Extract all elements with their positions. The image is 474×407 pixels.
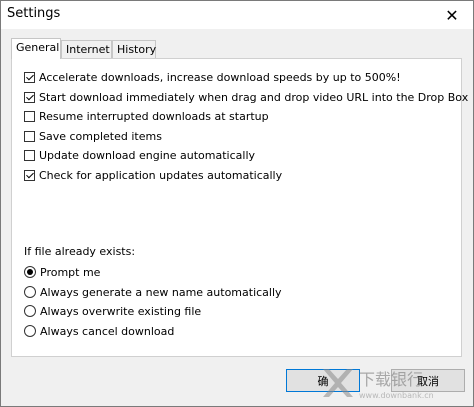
general-tab-panel: Accelerate downloads, increase download … <box>11 58 468 357</box>
check-app-updates-label: Check for application updates automatica… <box>39 168 283 182</box>
tab-internet[interactable]: Internet <box>61 40 112 58</box>
prompt-me-label: Prompt me <box>40 265 101 279</box>
option-overwrite-file[interactable]: Always overwrite existing file <box>24 303 201 319</box>
accelerate-downloads-label: Accelerate downloads, increase download … <box>39 70 401 84</box>
option-update-engine[interactable]: Update download engine automatically <box>24 147 255 163</box>
tab-history-label: History <box>117 43 157 56</box>
resume-interrupted-label: Resume interrupted downloads at startup <box>39 109 269 123</box>
start-download-dropbox-label: Start download immediately when drag and… <box>39 90 469 104</box>
window-title: Settings <box>7 6 61 21</box>
watermark-url: www.downbank.cn <box>359 391 434 400</box>
cancel-button-label: 取消 <box>417 374 439 388</box>
tab-history[interactable]: History <box>112 40 156 58</box>
overwrite-file-radio[interactable] <box>24 305 36 317</box>
option-generate-new-name[interactable]: Always generate a new name automatically <box>24 284 282 300</box>
option-resume-interrupted[interactable]: Resume interrupted downloads at startup <box>24 108 269 124</box>
ok-button[interactable]: 确 <box>286 369 360 392</box>
option-save-completed[interactable]: Save completed items <box>24 128 162 144</box>
close-button[interactable]: ✕ <box>431 1 473 29</box>
tab-internet-label: Internet <box>66 43 110 56</box>
tab-general[interactable]: General <box>11 38 61 59</box>
tab-general-label: General <box>16 41 60 54</box>
update-engine-checkbox[interactable] <box>24 149 35 161</box>
cancel-download-radio[interactable] <box>24 325 36 337</box>
resume-interrupted-checkbox[interactable] <box>24 110 35 122</box>
option-start-download-dropbox[interactable]: Start download immediately when drag and… <box>24 89 468 105</box>
generate-new-name-radio[interactable] <box>24 286 36 298</box>
file-exists-heading: If file already exists: <box>24 245 136 258</box>
accelerate-downloads-checkbox[interactable] <box>24 71 35 83</box>
cancel-button[interactable]: 取消 <box>391 369 465 392</box>
update-engine-label: Update download engine automatically <box>39 148 256 162</box>
cancel-download-label: Always cancel download <box>40 324 175 338</box>
option-accelerate-downloads[interactable]: Accelerate downloads, increase download … <box>24 69 401 85</box>
option-cancel-download[interactable]: Always cancel download <box>24 323 174 339</box>
check-app-updates-checkbox[interactable] <box>24 169 35 181</box>
ok-button-label: 确 <box>317 374 329 388</box>
save-completed-checkbox[interactable] <box>24 130 35 142</box>
start-download-dropbox-checkbox[interactable] <box>24 91 35 103</box>
title-bar: Settings ✕ <box>1 1 473 29</box>
settings-window: Settings ✕ General Internet History Acce… <box>0 0 474 407</box>
overwrite-file-label: Always overwrite existing file <box>40 304 202 318</box>
generate-new-name-label: Always generate a new name automatically <box>40 285 282 299</box>
option-check-app-updates[interactable]: Check for application updates automatica… <box>24 167 282 183</box>
option-prompt-me[interactable]: Prompt me <box>24 264 100 280</box>
prompt-me-radio[interactable] <box>24 266 36 278</box>
close-icon: ✕ <box>445 5 459 25</box>
save-completed-label: Save completed items <box>39 129 162 143</box>
